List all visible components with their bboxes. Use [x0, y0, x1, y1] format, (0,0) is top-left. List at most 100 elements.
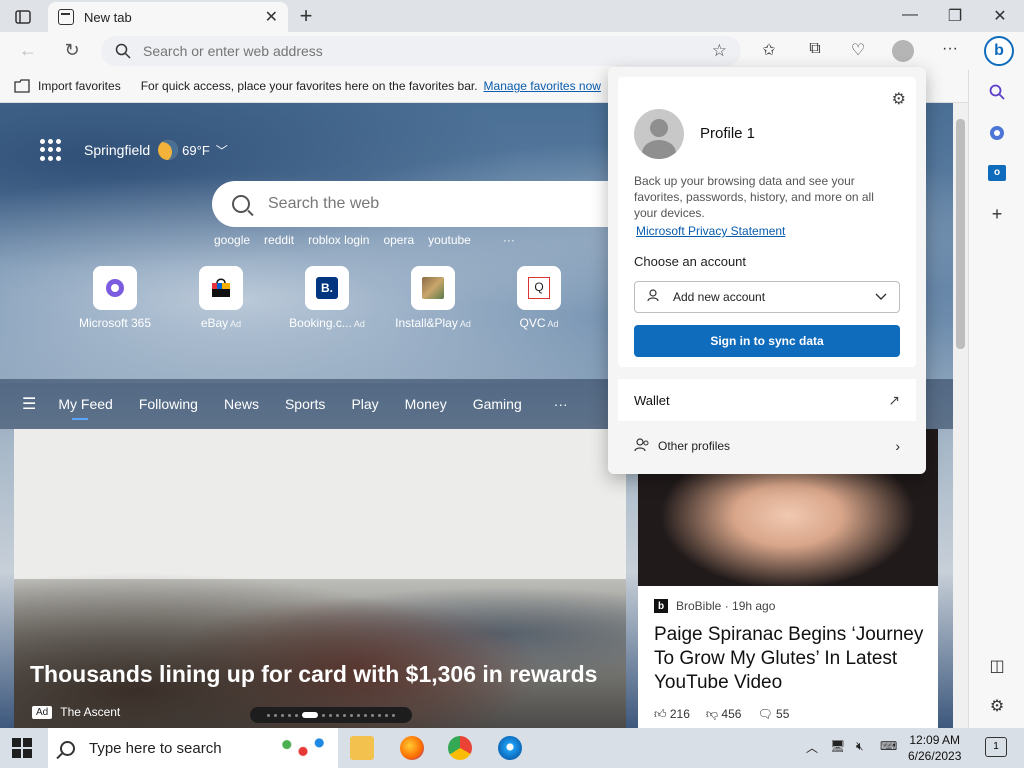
import-favorites-button[interactable]: Import favorites [14, 79, 121, 93]
profile-name: Profile 1 [700, 125, 756, 142]
carousel-indicator[interactable] [250, 707, 412, 723]
chrome-icon[interactable] [448, 736, 472, 760]
new-tab-button[interactable]: + [294, 5, 318, 27]
collections-icon[interactable]: ⧉ [803, 40, 827, 62]
card-image-crowd [14, 539, 626, 728]
other-profiles-label: Other profiles [658, 439, 731, 453]
taskbar-search-placeholder: Type here to search [89, 739, 222, 757]
privacy-statement-link[interactable]: Microsoft Privacy Statement [636, 224, 785, 238]
volume-muted-icon[interactable]: 🔇︎ [856, 739, 864, 754]
other-profiles-button[interactable]: Other profiles › [618, 429, 916, 463]
search-icon[interactable] [987, 84, 1007, 104]
page-scrollbar[interactable] [953, 103, 968, 728]
add-favorite-star-icon[interactable]: ☆ [712, 41, 727, 61]
main-news-card[interactable]: Thousands lining up for card with $1,306… [14, 429, 626, 728]
network-icon[interactable]: 🖥︎ [830, 739, 845, 753]
back-button[interactable]: ← [16, 40, 40, 61]
top-sites: Microsoft 365 eBay Ad B. Booking.c... Ad I… [62, 266, 592, 330]
sign-in-sync-button[interactable]: Sign in to sync data [634, 325, 900, 357]
hide-sidebar-icon[interactable]: ◫ [987, 656, 1007, 676]
quick-link[interactable]: reddit [264, 233, 294, 247]
minimize-button[interactable]: — [890, 6, 930, 24]
address-toolbar: ← ↻ ☆ ✩ ⧉ ♡ ··· b [0, 32, 1024, 70]
file-explorer-icon[interactable] [350, 736, 374, 760]
bing-copilot-icon[interactable]: b [984, 36, 1014, 66]
tab-new-tab[interactable]: New tab ✕ [48, 2, 288, 32]
wallet-button[interactable]: Wallet ↗ [618, 379, 916, 421]
windows-taskbar: Type here to search ︿ 🖥︎ 🔇︎ ⌨ 12:09 AM 6… [0, 728, 1024, 768]
firefox-icon[interactable] [400, 736, 424, 760]
tile-label: eBay [200, 316, 229, 330]
card-headline: Paige Spiranac Begins ‘Journey To Grow M… [654, 624, 924, 693]
profile-avatar-button[interactable] [891, 40, 915, 62]
profile-settings-gear-icon[interactable]: ⚙ [892, 89, 906, 109]
browser-essentials-icon[interactable]: ♡ [846, 40, 870, 62]
tab-actions-icon[interactable] [8, 6, 38, 28]
scrollbar-thumb[interactable] [956, 119, 965, 349]
settings-more-icon[interactable]: ··· [938, 40, 962, 62]
temperature-label: 69°F [182, 142, 210, 158]
gear-icon[interactable]: ⚙ [987, 696, 1007, 716]
tab-gaming[interactable]: Gaming [473, 396, 522, 412]
app-launcher-icon[interactable] [40, 139, 62, 161]
more-tabs-icon[interactable]: ··· [554, 396, 568, 412]
brobible-logo-icon: b [654, 599, 668, 613]
tab-my-feed[interactable]: My Feed [58, 396, 113, 420]
tile-microsoft-365[interactable]: Microsoft 365 [62, 266, 168, 330]
tile-booking[interactable]: B. Booking.c... Ad [274, 266, 380, 330]
quick-link[interactable]: youtube [428, 233, 471, 247]
quick-link[interactable]: roblox login [308, 233, 369, 247]
ad-badge: Ad [353, 319, 365, 329]
quick-link[interactable]: google [214, 233, 250, 247]
trending-searches: google reddit roblox login opera youtube… [214, 233, 515, 247]
tile-ebay[interactable]: eBay Ad [168, 266, 274, 330]
address-input[interactable] [143, 43, 712, 59]
restore-button[interactable]: ❐ [935, 6, 975, 26]
add-sidebar-app-icon[interactable]: + [987, 204, 1007, 224]
tab-following[interactable]: Following [139, 396, 198, 412]
clock-date: 6/26/2023 [908, 749, 962, 763]
tab-money[interactable]: Money [405, 396, 447, 412]
microsoft-365-icon [93, 266, 137, 310]
chevron-down-icon[interactable]: ﹀ [216, 142, 228, 159]
notification-center-icon[interactable]: 1 [985, 737, 1007, 757]
tile-label: Booking.c... [289, 316, 352, 330]
taskbar-search-box[interactable]: Type here to search [48, 728, 338, 768]
favorites-hint: For quick access, place your favorites h… [140, 79, 478, 93]
ebay-bag-icon [199, 266, 243, 310]
account-select[interactable]: Add new account [634, 281, 900, 313]
tile-install-play[interactable]: Install&Play Ad [380, 266, 486, 330]
microsoft-365-icon[interactable] [987, 124, 1007, 144]
edge-icon[interactable] [498, 736, 522, 760]
close-window-button[interactable]: ✕ [980, 6, 1020, 26]
card-reactions: 👍︎ 216 👎︎ 456 🗨︎ 55 [654, 707, 789, 722]
tab-play[interactable]: Play [351, 396, 378, 412]
refresh-button[interactable]: ↻ [60, 40, 84, 61]
outlook-icon[interactable]: o [987, 162, 1007, 182]
start-button-windows-icon[interactable] [12, 738, 32, 758]
import-favorites-label: Import favorites [38, 79, 121, 93]
dislike-button[interactable]: 👎︎ 456 [706, 707, 742, 722]
address-bar[interactable]: ☆ [101, 36, 741, 66]
chevron-up-icon[interactable]: ︿ [806, 739, 818, 756]
choose-account-label: Choose an account [634, 254, 747, 269]
tab-news[interactable]: News [224, 396, 259, 412]
hamburger-menu-icon[interactable]: ☰ [22, 394, 36, 414]
tile-qvc[interactable]: Q QVC Ad [486, 266, 592, 330]
more-quick-links-icon[interactable]: ··· [503, 233, 515, 247]
profiles-icon [634, 437, 650, 455]
favorites-icon[interactable]: ✩ [757, 40, 781, 62]
tab-title: New tab [84, 9, 132, 25]
comment-button[interactable]: 🗨︎ 55 [757, 707, 789, 722]
keyboard-icon[interactable]: ⌨ [880, 739, 897, 753]
manage-favorites-link[interactable]: Manage favorites now [484, 79, 601, 93]
close-tab-icon[interactable]: ✕ [265, 7, 278, 27]
quick-link[interactable]: opera [383, 233, 414, 247]
web-search-box[interactable]: Search the web [212, 181, 632, 227]
like-button[interactable]: 👍︎ 216 [654, 707, 690, 722]
tile-label: Install&Play [395, 316, 458, 330]
system-clock[interactable]: 12:09 AM 6/26/2023 [908, 732, 961, 764]
weather-widget[interactable]: Springfield 69°F ﹀ [40, 139, 228, 161]
tab-sports[interactable]: Sports [285, 396, 325, 412]
install-play-icon [411, 266, 455, 310]
